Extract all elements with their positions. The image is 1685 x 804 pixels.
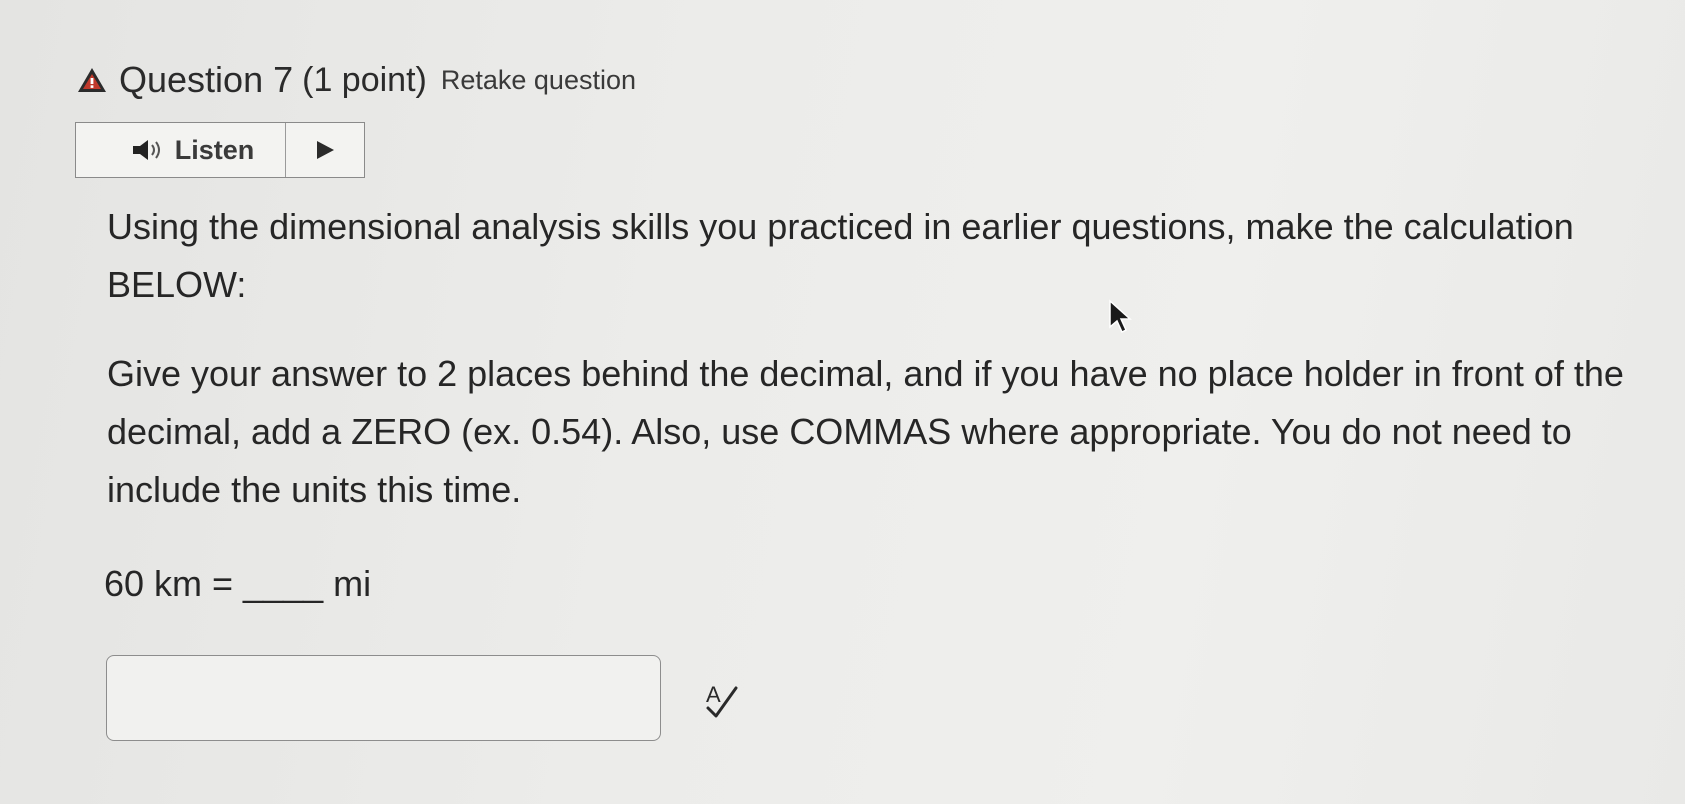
listen-label: Listen bbox=[174, 134, 255, 165]
conversion-equation: 60 km = ____ mi bbox=[104, 563, 372, 604]
mouse-cursor-icon bbox=[1109, 299, 1132, 334]
spellcheck-glyph: A bbox=[706, 682, 721, 707]
warning-triangle-icon bbox=[78, 68, 106, 92]
listen-widget: Listen bbox=[75, 122, 365, 178]
play-button[interactable] bbox=[286, 123, 364, 177]
answer-input[interactable] bbox=[106, 655, 661, 741]
listen-button[interactable]: Listen bbox=[76, 123, 286, 177]
speaker-icon bbox=[132, 140, 160, 160]
spellcheck-icon[interactable]: A bbox=[700, 678, 744, 722]
question-points: (1 point) bbox=[302, 60, 427, 99]
question-instructions: Using the dimensional analysis skills yo… bbox=[107, 206, 1574, 305]
answer-format-instructions: Give your answer to 2 places behind the … bbox=[107, 353, 1624, 510]
question-title: Question 7 bbox=[119, 59, 294, 100]
retake-question-link[interactable]: Retake question bbox=[441, 65, 636, 96]
play-icon bbox=[317, 141, 334, 159]
question-header: Question 7 (1 point) Retake question bbox=[77, 55, 636, 105]
